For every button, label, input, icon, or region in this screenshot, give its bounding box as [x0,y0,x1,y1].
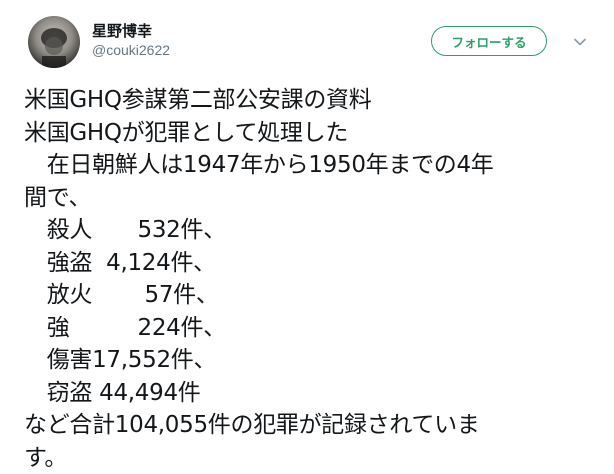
tweet-text-line: 強盗 4,124件、 [24,247,599,280]
author-handle[interactable]: @couki2622 [92,41,170,59]
tweet-card: 星野博幸 @couki2622 フォローする 米国GHQ参謀第二部公安課の資料 … [0,0,614,469]
tweet-text-line: 傷害17,552件、 [24,344,599,377]
chevron-down-icon[interactable] [573,34,587,48]
avatar[interactable] [28,16,80,68]
tweet-text-line: 在日朝鮮人は1947年から1950年までの4年 [24,149,599,182]
author-display-name[interactable]: 星野博幸 [92,22,170,40]
tweet-text-line: 間で、 [24,182,599,215]
tweet-text-line: 強 224件、 [24,312,599,345]
avatar-photo-icon [28,16,80,68]
follow-button[interactable]: フォローする [431,26,547,56]
tweet-header: 星野博幸 @couki2622 フォローする [28,16,598,68]
author-names: 星野博幸 @couki2622 [92,22,170,59]
tweet-text-line: 殺人 532件、 [24,214,599,247]
tweet-text-line: 放火 57件、 [24,279,599,312]
tweet-text-line: す。 [24,442,599,474]
tweet-text-line: 窃盗 44,494件 [24,377,599,410]
tweet-text-line: など合計104,055件の犯罪が記録されていま [24,409,599,442]
tweet-text: 米国GHQ参謀第二部公安課の資料 米国GHQが犯罪として処理した 在日朝鮮人は1… [24,84,599,474]
tweet-text-line: 米国GHQが犯罪として処理した [24,117,599,150]
tweet-text-line: 米国GHQ参謀第二部公安課の資料 [24,84,599,117]
